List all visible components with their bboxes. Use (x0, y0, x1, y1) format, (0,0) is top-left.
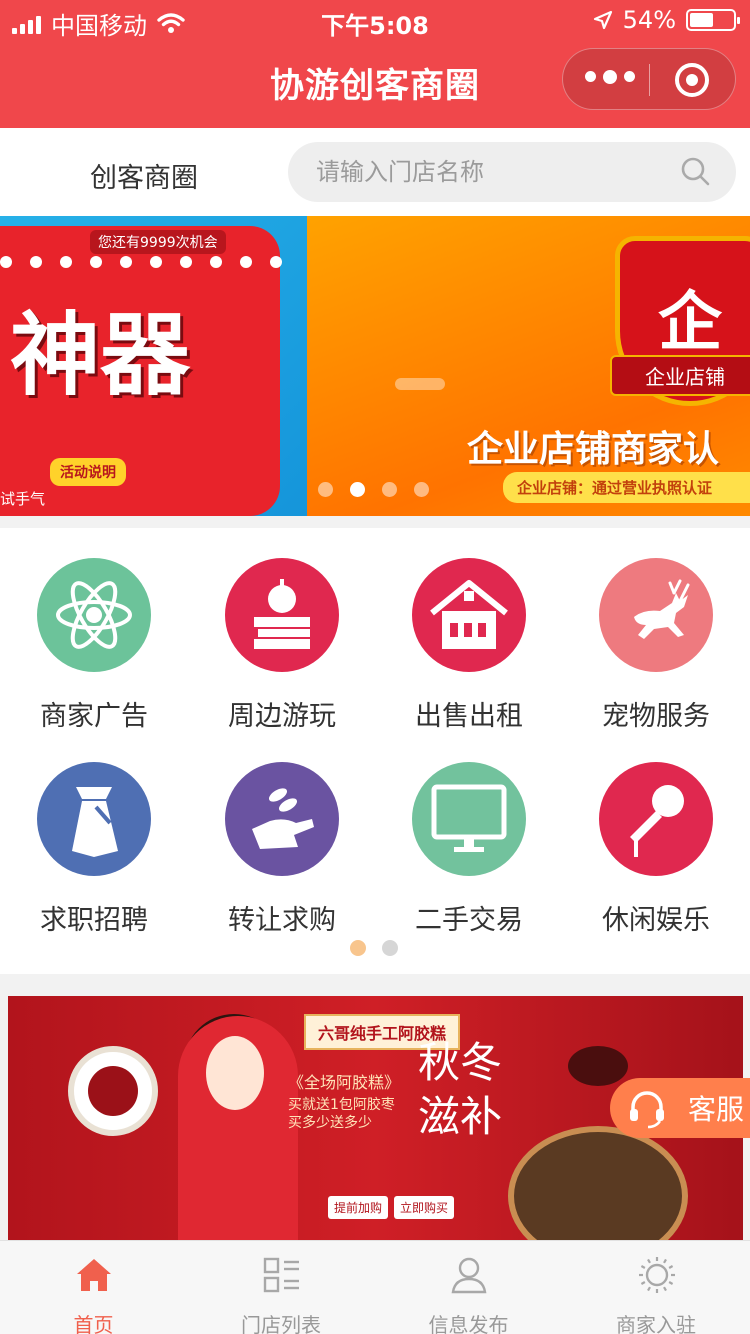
banner-dot[interactable] (350, 482, 365, 497)
search-box[interactable] (288, 142, 736, 202)
tab-label: 信息发布 (428, 1313, 509, 1334)
category-item[interactable]: 商家广告 (0, 558, 188, 733)
category-label: 出售出租 (415, 701, 523, 732)
customer-service-button[interactable]: 客服 (610, 1078, 750, 1138)
category-item[interactable]: 二手交易 (375, 762, 563, 937)
bulb-lights (0, 256, 282, 268)
chance-text: 您还有9999次机会 (90, 230, 226, 254)
slot-machine-illustration: 您还有9999次机会 神器 活动说明 试手气 (0, 226, 282, 516)
try-luck-text: 试手气 (0, 490, 46, 508)
activity-rules-pill: 活动说明 (50, 458, 126, 486)
ad-buy-button[interactable]: 立即购买 (394, 1196, 455, 1219)
top-bar: 中国移动 下午5:08 54% 协游创客商圈 (0, 0, 750, 128)
headset-icon (630, 1091, 664, 1129)
tab-item[interactable]: 门店列表 (188, 1241, 375, 1334)
mini-program-capsule (562, 48, 736, 110)
banner-slide-lottery[interactable]: 您还有9999次机会 神器 活动说明 试手气 (0, 216, 307, 516)
tab-item[interactable]: 信息发布 (375, 1241, 562, 1334)
search-icon[interactable] (680, 156, 710, 186)
category-label: 周边游玩 (228, 701, 336, 732)
model-face (206, 1036, 264, 1110)
plane-decoration (395, 378, 445, 390)
promo-heading: 《全场阿胶糕》 (288, 1073, 401, 1092)
slide-b-subtext: 企业店铺：通过营业执照认证 (503, 472, 750, 503)
more-icon[interactable] (585, 69, 635, 84)
badge-label: 企业店铺 (610, 355, 750, 396)
banner-indicator (318, 482, 429, 497)
grid-pager (350, 940, 398, 956)
microphone-icon (599, 762, 713, 876)
jujube-plate-image (68, 1046, 158, 1136)
ad-precart-button[interactable]: 提前加购 (328, 1196, 389, 1219)
user-icon (449, 1255, 489, 1295)
category-label: 宠物服务 (602, 701, 710, 732)
ad-promo: 《全场阿胶糕》 买就送1包阿胶枣 买多少送多少 (288, 1074, 428, 1132)
pager-dot[interactable] (382, 940, 398, 956)
tab-item[interactable]: 商家入驻 (563, 1241, 750, 1334)
search-row: 创客商圈 (0, 128, 750, 216)
ad-calligraphy: 秋冬滋补 (418, 1038, 503, 1141)
slide-a-headline: 神器 (10, 303, 190, 408)
tab-label: 首页 (73, 1313, 114, 1334)
capsule-divider (649, 64, 650, 96)
search-input[interactable] (316, 152, 676, 192)
banner-dot[interactable] (318, 482, 333, 497)
banner-dot[interactable] (382, 482, 397, 497)
status-bar: 中国移动 下午5:08 54% (0, 0, 750, 40)
hand-coins-icon (225, 762, 339, 876)
pager-dot[interactable] (350, 940, 366, 956)
category-label: 休闲娱乐 (602, 905, 710, 936)
home-icon (74, 1255, 114, 1295)
ad-buttons: 提前加购 立即购买 (328, 1196, 455, 1219)
tab-item[interactable]: 首页 (0, 1241, 187, 1334)
list-icon (262, 1255, 302, 1295)
category-label: 求职招聘 (40, 905, 148, 936)
close-target-icon[interactable] (675, 63, 709, 97)
category-item[interactable]: 转让求购 (188, 762, 376, 937)
location-arrow-icon (593, 10, 612, 30)
banner-dot[interactable] (414, 482, 429, 497)
tab-label: 商家入驻 (616, 1313, 696, 1334)
tie-icon (37, 762, 151, 876)
category-item[interactable]: 宠物服务 (562, 558, 750, 733)
house-icon (412, 558, 526, 672)
deer-icon (599, 558, 713, 672)
category-grid: 商家广告 周边游玩 出售出租 宠物服务求职招聘 转让求购 二手交易 休闲娱乐 (0, 528, 750, 974)
slide-b-headline: 企业店铺商家认 (467, 429, 720, 470)
tab-label: 门店列表 (241, 1313, 321, 1334)
enterprise-shield-badge: 企 企业店铺 (610, 236, 750, 406)
apple-books-icon (225, 558, 339, 672)
banner-carousel[interactable]: 您还有9999次机会 神器 活动说明 试手气 企 企业店铺 企业店铺商家认 企业… (0, 216, 750, 516)
banner-slide-enterprise[interactable]: 企 企业店铺 企业店铺商家认 企业店铺：通过营业执照认证 (307, 216, 750, 516)
nuts-plate-image (508, 1126, 688, 1244)
category-item[interactable]: 出售出租 (375, 558, 563, 733)
category-item[interactable]: 求职招聘 (0, 762, 188, 937)
category-label: 转让求购 (228, 905, 336, 936)
promo-line-1: 买就送1包阿胶枣 (288, 1097, 395, 1113)
category-label: 商家广告 (40, 701, 148, 732)
monitor-icon (412, 762, 526, 876)
battery-icon (686, 9, 740, 31)
sun-icon (637, 1255, 677, 1295)
badge-char: 企 (658, 286, 722, 360)
category-item[interactable]: 休闲娱乐 (562, 762, 750, 937)
category-label: 二手交易 (415, 905, 523, 936)
promo-line-2: 买多少送多少 (288, 1115, 372, 1131)
customer-service-label: 客服 (688, 1093, 745, 1126)
tab-bar: 首页 门店列表 信息发布 商家入驻 (0, 1240, 750, 1334)
category-item[interactable]: 周边游玩 (188, 558, 376, 733)
brand-label: 创客商圈 (90, 163, 198, 194)
battery-percent: 54% (622, 6, 676, 34)
status-right: 54% (593, 6, 740, 34)
dates-image (568, 1046, 628, 1086)
atom-icon (37, 558, 151, 672)
